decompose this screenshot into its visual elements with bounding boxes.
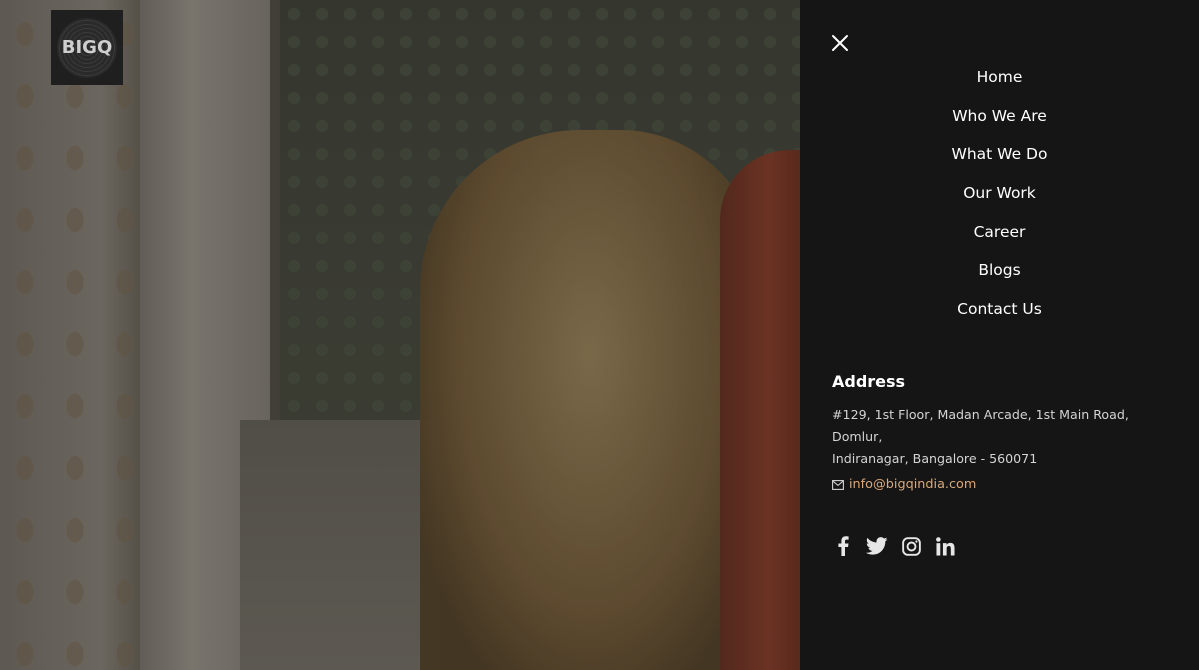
logo-text: BIGQ [61, 37, 113, 58]
email-row: info@bigqindia.com [832, 475, 976, 494]
close-icon[interactable] [831, 34, 849, 52]
nav-item-what-we-do[interactable]: What We Do [800, 141, 1199, 180]
nav-item-home[interactable]: Home [800, 64, 1199, 103]
mail-icon [832, 475, 844, 494]
address-text: #129, 1st Floor, Madan Arcade, 1st Main … [832, 404, 1182, 470]
side-menu-panel: Home Who We Are What We Do Our Work Care… [800, 0, 1199, 670]
linkedin-icon[interactable] [934, 535, 956, 557]
email-link[interactable]: info@bigqindia.com [849, 477, 976, 492]
nav-item-contact-us[interactable]: Contact Us [800, 296, 1199, 335]
hero-overlay [0, 0, 800, 670]
address-line-1: #129, 1st Floor, Madan Arcade, 1st Main … [832, 407, 1129, 444]
address-title: Address [832, 372, 906, 391]
instagram-icon[interactable] [900, 535, 922, 557]
address-line-2: Indiranagar, Bangalore - 560071 [832, 451, 1038, 466]
twitter-icon[interactable] [866, 535, 888, 557]
facebook-icon[interactable] [832, 535, 854, 557]
nav-item-who-we-are[interactable]: Who We Are [800, 103, 1199, 142]
hero-image [0, 0, 800, 670]
brand-logo[interactable]: BIGQ [51, 10, 123, 85]
nav-item-blogs[interactable]: Blogs [800, 257, 1199, 296]
social-links [832, 535, 956, 557]
nav-item-career[interactable]: Career [800, 219, 1199, 258]
main-nav: Home Who We Are What We Do Our Work Care… [800, 64, 1199, 335]
nav-item-our-work[interactable]: Our Work [800, 180, 1199, 219]
